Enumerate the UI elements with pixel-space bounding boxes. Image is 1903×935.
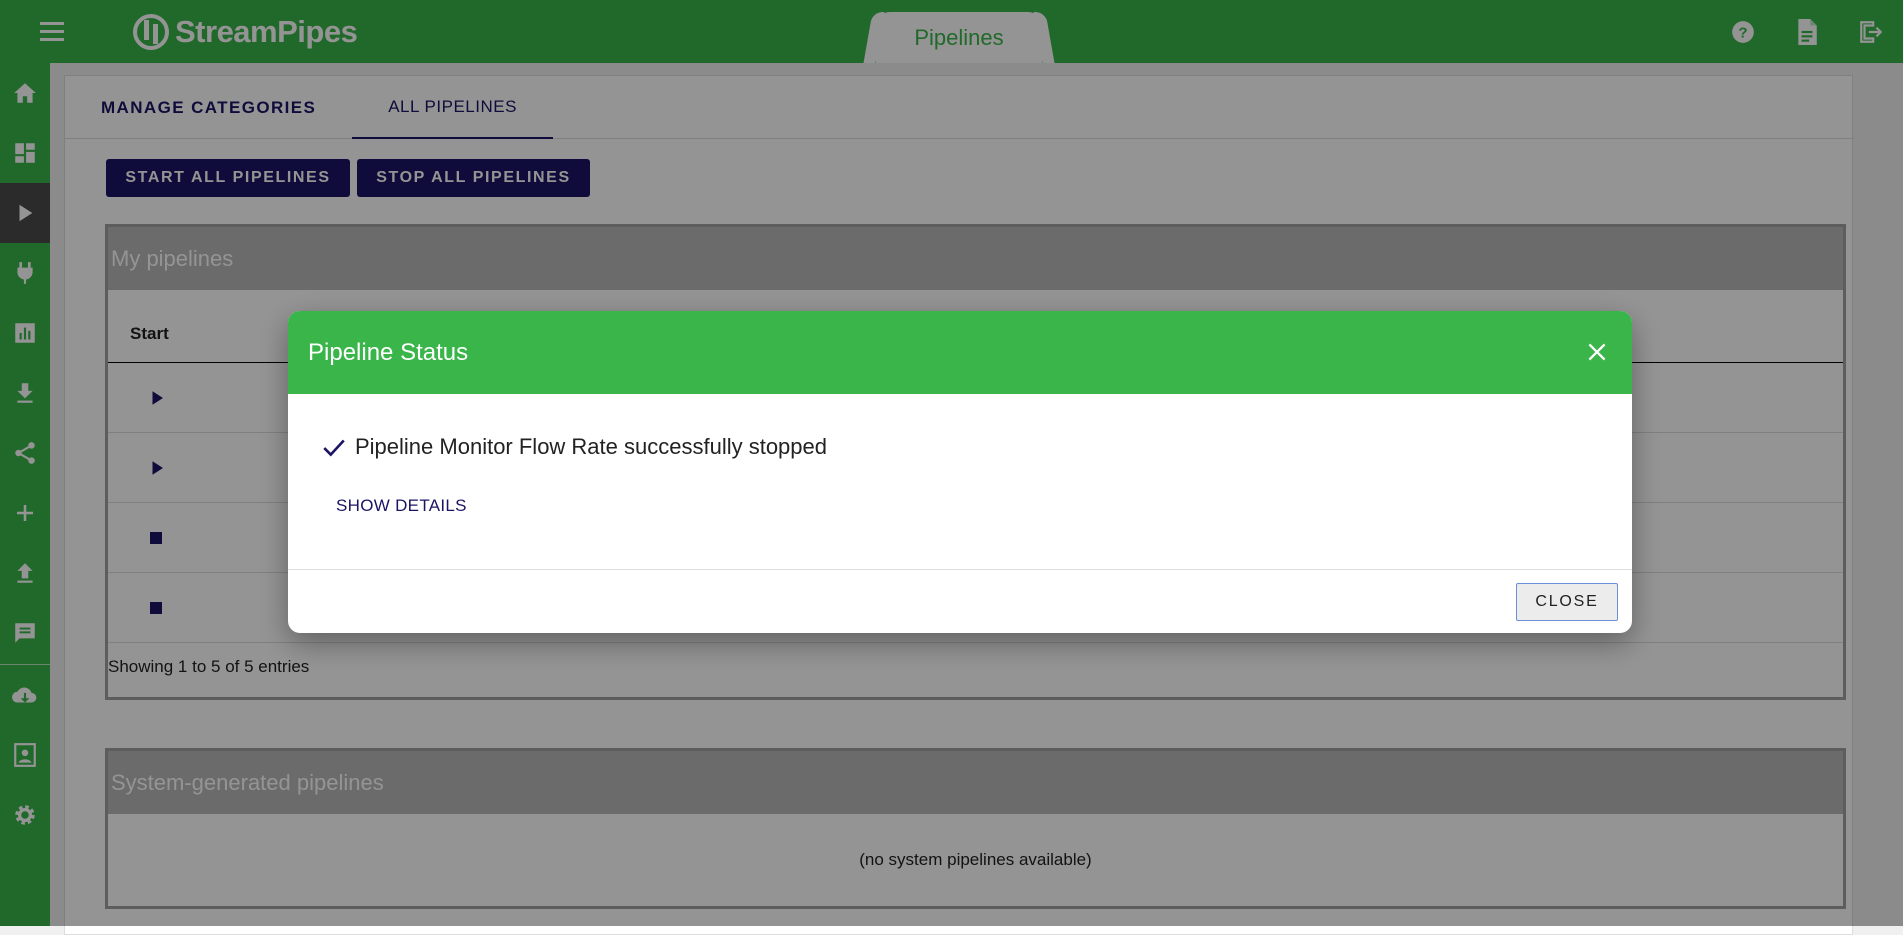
- close-icon[interactable]: [1584, 339, 1610, 365]
- dialog-title: Pipeline Status: [308, 338, 469, 366]
- status-message: Pipeline Monitor Flow Rate successfully …: [355, 434, 828, 459]
- dialog-header: Pipeline Status: [288, 311, 1632, 394]
- dialog-body: Pipeline Monitor Flow Rate successfully …: [288, 394, 1632, 570]
- close-button[interactable]: CLOSE: [1516, 583, 1618, 621]
- dialog-footer: CLOSE: [288, 570, 1632, 633]
- check-icon: [323, 439, 345, 457]
- pipeline-status-dialog: Pipeline Status Pipeline Monitor Flow Ra…: [288, 311, 1632, 633]
- show-details-button[interactable]: SHOW DETAILS: [336, 496, 467, 516]
- status-message-row: Pipeline Monitor Flow Rate successfully …: [321, 434, 827, 460]
